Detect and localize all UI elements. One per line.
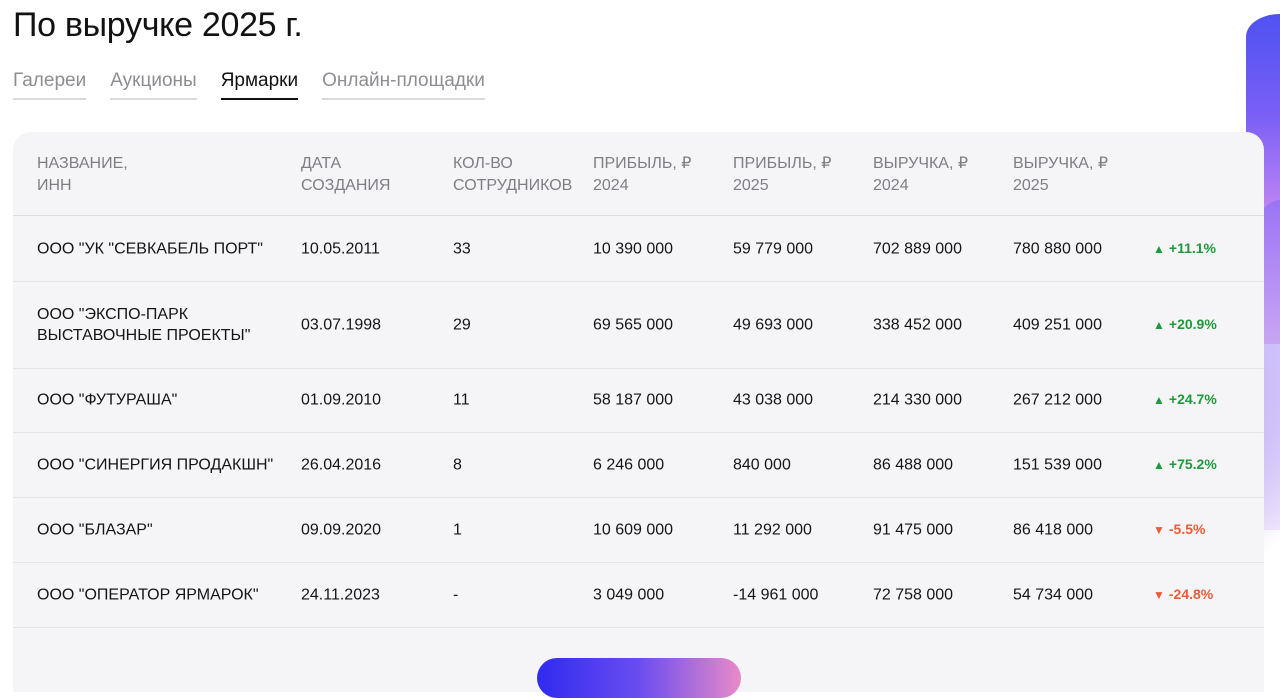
profit-2024: 10 609 000 (593, 521, 674, 538)
revenue-2024: 91 475 000 (873, 521, 954, 538)
table-row[interactable]: ООО "СИНЕРГИЯ ПРОДАКШН" 26.04.2016 8 6 246 … (13, 432, 1264, 498)
profit-2025: 49 693 000 (733, 316, 814, 333)
revenue-2025: 409 251 000 (1013, 316, 1102, 333)
table-row[interactable]: ООО "ОПЕРАТОР ЯРМАРОК" 24.11.2023 - 3 049 0… (13, 562, 1264, 628)
founding-date: 26.04.2016 (301, 456, 382, 473)
company-name[interactable]: ООО "УК "СЕВКАБЕЛЬ ПОРТ" (37, 238, 287, 259)
profit-2024: 58 187 000 (593, 391, 674, 409)
table-header: НАЗВАНИЕ, ИНН ДАТА СОЗДАНИЯ КОЛ-ВО СОТРУ… (13, 132, 1264, 216)
tab-fairs[interactable]: Ярмарки (220, 70, 299, 100)
company-name[interactable]: ООО "ЭКСПО-ПАРК ВЫСТАВОЧНЫЕ ПРОЕКТЫ" (37, 304, 287, 346)
profit-2025: 11 292 000 (733, 521, 812, 538)
table-row[interactable]: ООО "БЛАЗАР" 09.09.2020 1 10 609 000 11 292 … (13, 497, 1264, 563)
arrow-up-icon: ▲ (1153, 317, 1165, 332)
profit-2025: -14 961 000 (733, 586, 819, 603)
tab-auctions[interactable]: Аукционы (110, 70, 197, 100)
revenue-change: ▲ +20.9% (1153, 314, 1217, 336)
founding-date: 24.11.2023 (301, 586, 380, 603)
arrow-up-icon: ▲ (1153, 457, 1165, 472)
profit-2025: 840 000 (733, 456, 791, 473)
column-header-revenue-2024[interactable]: ВЫРУЧКА, ₽ 2024 (873, 153, 968, 197)
revenue-change: ▲ +24.7% (1153, 389, 1217, 411)
revenue-2025: 86 418 000 (1013, 521, 1094, 538)
revenue-change: ▼ -24.8% (1153, 584, 1213, 606)
employee-count: - (453, 586, 459, 603)
revenue-2025: 267 212 000 (1013, 391, 1102, 409)
profit-2024: 6 246 000 (593, 456, 665, 473)
employee-count: 33 (453, 240, 471, 257)
founding-date: 03.07.1998 (301, 316, 382, 333)
company-name[interactable]: ООО "ОПЕРАТОР ЯРМАРОК" (37, 584, 287, 605)
founding-date: 09.09.2020 (301, 521, 382, 538)
change-value: -24.8% (1168, 585, 1214, 602)
revenue-change: ▲ +11.1% (1153, 238, 1216, 260)
category-tabs: Галереи Аукционы Ярмарки Онлайн-площадки (13, 70, 485, 100)
revenue-2024: 72 758 000 (873, 586, 954, 603)
company-name[interactable]: ООО "СИНЕРГИЯ ПРОДАКШН" (37, 454, 287, 475)
company-name[interactable]: ООО "ФУТУРАША" (37, 390, 287, 411)
founding-date: 01.09.2010 (301, 391, 382, 409)
arrow-up-icon: ▲ (1153, 393, 1165, 407)
company-name[interactable]: ООО "БЛАЗАР" (37, 519, 287, 540)
rating-table: НАЗВАНИЕ, ИНН ДАТА СОЗДАНИЯ КОЛ-ВО СОТРУ… (13, 132, 1264, 692)
profit-2024: 69 565 000 (593, 316, 674, 333)
founding-date: 10.05.2011 (301, 240, 380, 257)
revenue-2025: 54 734 000 (1013, 586, 1094, 603)
page-title: По выручке 2025 г. (13, 6, 303, 44)
revenue-change: ▼ -5.5% (1153, 519, 1205, 541)
profit-2025: 43 038 000 (733, 391, 814, 409)
revenue-2024: 338 452 000 (873, 316, 962, 333)
change-value: -5.5% (1168, 520, 1206, 537)
revenue-2025: 151 539 000 (1013, 456, 1102, 473)
page: По выручке 2025 г. Галереи Аукционы Ярма… (0, 0, 1280, 698)
change-value: +20.9% (1168, 315, 1217, 332)
column-header-date[interactable]: ДАТА СОЗДАНИЯ (301, 153, 390, 197)
table-row[interactable]: ООО "УК "СЕВКАБЕЛЬ ПОРТ" 10.05.2011 33 10 3… (13, 216, 1264, 282)
employee-count: 8 (453, 456, 462, 473)
revenue-2024: 702 889 000 (873, 240, 962, 257)
employee-count: 29 (453, 316, 471, 333)
tab-galleries[interactable]: Галереи (13, 70, 87, 100)
change-value: +11.1% (1168, 239, 1216, 256)
revenue-2025: 780 880 000 (1013, 240, 1102, 257)
column-header-employees[interactable]: КОЛ-ВО СОТРУДНИКОВ (453, 153, 572, 197)
revenue-2024: 214 330 000 (873, 391, 962, 409)
revenue-change: ▲ +75.2% (1153, 454, 1217, 476)
arrow-up-icon: ▲ (1153, 241, 1165, 256)
column-header-profit-2024[interactable]: ПРИБЫЛЬ, ₽ 2024 (593, 153, 691, 197)
revenue-2024: 86 488 000 (873, 456, 954, 473)
change-value: +75.2% (1168, 455, 1217, 472)
profit-2024: 3 049 000 (593, 586, 665, 603)
column-header-revenue-2025[interactable]: ВЫРУЧКА, ₽ 2025 (1013, 153, 1108, 197)
employee-count: 1 (453, 521, 462, 538)
arrow-down-icon: ▼ (1153, 522, 1165, 537)
change-value: +24.7% (1168, 391, 1217, 407)
column-header-name[interactable]: НАЗВАНИЕ, ИНН (37, 153, 128, 197)
table-row[interactable]: ООО "ЭКСПО-ПАРК ВЫСТАВОЧНЫЕ ПРОЕКТЫ" 03.0… (13, 281, 1264, 369)
show-more-button[interactable] (537, 658, 741, 698)
profit-2025: 59 779 000 (733, 240, 814, 257)
table-row[interactable]: ООО "ФУТУРАША" 01.09.2010 11 58 187 000 43 0… (13, 368, 1264, 433)
profit-2024: 10 390 000 (593, 240, 674, 257)
tab-online-platforms[interactable]: Онлайн-площадки (322, 70, 485, 100)
column-header-profit-2025[interactable]: ПРИБЫЛЬ, ₽ 2025 (733, 153, 831, 197)
employee-count: 11 (453, 391, 470, 409)
arrow-down-icon: ▼ (1153, 587, 1165, 602)
